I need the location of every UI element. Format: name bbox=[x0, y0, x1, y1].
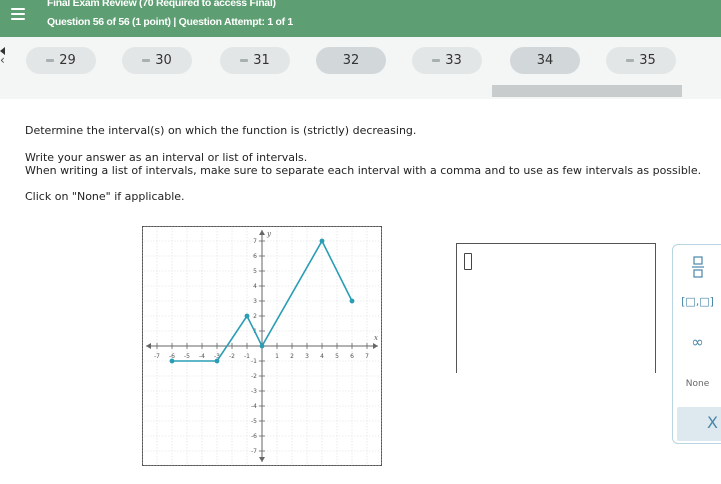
infinity-button[interactable]: ∞ bbox=[673, 333, 721, 351]
instruction-none: Click on "None" if applicable. bbox=[25, 190, 185, 203]
answer-input[interactable] bbox=[456, 243, 656, 373]
y-tick-label: 7 bbox=[253, 238, 257, 245]
x-tick-label: 5 bbox=[335, 353, 339, 360]
y-tick-label: 3 bbox=[253, 298, 257, 305]
x-tick-label: -4 bbox=[199, 353, 205, 360]
x-axis-label: x bbox=[374, 334, 378, 342]
question-prompt: Determine the interval(s) on which the f… bbox=[25, 124, 417, 137]
question-number: 33 bbox=[445, 53, 462, 68]
closed-endpoint bbox=[169, 358, 175, 364]
clear-button[interactable]: X bbox=[677, 407, 721, 441]
x-tick-label: 1 bbox=[275, 353, 279, 360]
text-cursor-icon bbox=[464, 253, 472, 270]
instruction-list: When writing a list of intervals, make s… bbox=[25, 164, 702, 177]
none-button[interactable]: None bbox=[673, 379, 721, 389]
question-navigation: ‹ 29 30 31 32 33 34 35 bbox=[0, 37, 721, 99]
question-number: 34 bbox=[536, 53, 554, 68]
course-title: Final Exam Review (70 Required to access… bbox=[47, 0, 276, 9]
y-tick-label: -2 bbox=[251, 373, 257, 380]
x-tick-label: 7 bbox=[365, 353, 369, 360]
flag-icon bbox=[626, 59, 635, 62]
question-number: 32 bbox=[342, 53, 360, 68]
header-bar: Final Exam Review (70 Required to access… bbox=[0, 0, 721, 37]
flag-icon bbox=[432, 59, 441, 62]
x-tick-label: 2 bbox=[290, 353, 294, 360]
closed-endpoint bbox=[349, 298, 355, 304]
closed-endpoint bbox=[214, 358, 220, 364]
close-icon: X bbox=[707, 413, 718, 432]
fraction-icon bbox=[691, 256, 704, 278]
question-pill-29[interactable]: 29 bbox=[26, 47, 96, 74]
question-number: 31 bbox=[253, 53, 270, 68]
x-tick-label: 6 bbox=[350, 353, 354, 360]
y-tick-label: -6 bbox=[251, 433, 257, 440]
question-number: 29 bbox=[59, 53, 76, 68]
fraction-button[interactable] bbox=[673, 255, 721, 283]
flag-icon bbox=[46, 59, 55, 62]
y-tick-label: -3 bbox=[251, 388, 257, 395]
y-tick-label: 2 bbox=[253, 313, 257, 320]
flag-icon bbox=[142, 59, 151, 62]
interval-button[interactable]: [□,□] bbox=[673, 295, 721, 308]
y-tick-label: 5 bbox=[253, 268, 257, 275]
scroll-left-icon[interactable] bbox=[0, 47, 5, 55]
question-number: 30 bbox=[155, 53, 172, 68]
y-tick-label: -5 bbox=[251, 418, 257, 425]
closed-endpoint bbox=[319, 238, 325, 244]
y-tick-label: 4 bbox=[253, 283, 257, 290]
x-tick-label: -5 bbox=[184, 353, 190, 360]
nav-prev-icon[interactable]: ‹ bbox=[0, 53, 5, 67]
closed-endpoint bbox=[259, 343, 265, 349]
question-pill-32[interactable]: 32 bbox=[316, 47, 386, 74]
y-tick-label: -7 bbox=[251, 448, 257, 455]
x-tick-label: -7 bbox=[154, 353, 160, 360]
math-palette: [□,□] ∞ None X bbox=[672, 244, 721, 444]
x-tick-label: 3 bbox=[305, 353, 309, 360]
x-tick-label: -1 bbox=[244, 353, 250, 360]
y-tick-label: 6 bbox=[253, 253, 257, 260]
nav-scrollbar[interactable] bbox=[492, 85, 682, 97]
function-graph: -7 -6 -5 -4 -3 -2 -1 1 2 3 4 5 6 77654321-1-2-3-4-5-6… bbox=[142, 226, 382, 466]
question-pill-33[interactable]: 33 bbox=[412, 47, 482, 74]
y-tick-label: -1 bbox=[251, 358, 257, 365]
question-status: Question 56 of 56 (1 point) | Question A… bbox=[47, 16, 293, 28]
closed-endpoint bbox=[244, 313, 250, 319]
question-pill-30[interactable]: 30 bbox=[122, 47, 192, 74]
x-tick-label: 4 bbox=[320, 353, 324, 360]
y-tick-label: -4 bbox=[251, 403, 257, 410]
flag-icon bbox=[240, 59, 249, 62]
question-number: 35 bbox=[639, 53, 656, 68]
instruction-interval: Write your answer as an interval or list… bbox=[25, 151, 308, 164]
menu-icon[interactable] bbox=[8, 4, 28, 24]
question-pill-34[interactable]: 34 bbox=[510, 47, 580, 74]
x-tick-label: -2 bbox=[229, 353, 235, 360]
question-pill-31[interactable]: 31 bbox=[220, 47, 290, 74]
question-pill-35[interactable]: 35 bbox=[606, 47, 676, 74]
